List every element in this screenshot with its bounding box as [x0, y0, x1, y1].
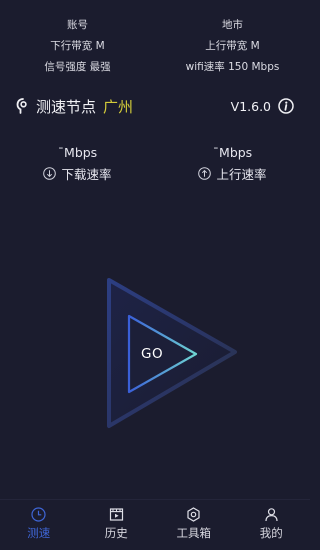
download-speed-label: 下载速率 [61, 167, 112, 182]
arrow-up-circle-icon [198, 167, 212, 180]
app-version: V1.6.0 [230, 98, 271, 114]
nav-tab-mine[interactable]: 我的 [233, 500, 311, 550]
upload-bandwidth: 上行带宽 M [205, 40, 260, 52]
upload-speed: ¯Mbps 上行速率 [155, 144, 310, 183]
nav-label-toolbox: 工具箱 [176, 526, 212, 540]
download-speed-value: ¯Mbps [57, 145, 98, 160]
signal-strength: 信号强度 最强 [44, 61, 111, 73]
account-info-panel: 账号 地市 下行带宽 M 上行带宽 M 信号强度 最强 wifi速率 150 M… [0, 14, 310, 77]
bottom-navigation: 测速 历史 工具箱 我的 [0, 499, 310, 550]
arrow-down-circle-icon [43, 167, 57, 180]
nav-tab-history[interactable]: 历史 [78, 500, 156, 550]
nav-tab-speedtest[interactable]: 测速 [0, 500, 78, 550]
film-icon [109, 508, 123, 521]
location-pin-icon [16, 98, 27, 114]
nav-label-speedtest: 测速 [27, 526, 51, 540]
info-icon[interactable] [278, 98, 294, 114]
wifi-rate: wifi速率 150 Mbps [185, 61, 280, 73]
nav-label-mine: 我的 [259, 526, 283, 540]
gear-icon [187, 507, 200, 522]
upload-speed-label: 上行速率 [216, 167, 267, 182]
upload-speed-value: ¯Mbps [212, 145, 253, 160]
location-label: 地市 [222, 19, 243, 31]
speed-results: ¯Mbps 下载速率 ¯Mbps 上行速率 [0, 144, 310, 183]
speed-test-node-bar: 测速节点 广州 V1.6.0 [16, 93, 294, 119]
clock-icon [31, 507, 46, 522]
nav-tab-toolbox[interactable]: 工具箱 [155, 500, 233, 550]
nav-label-history: 历史 [104, 526, 128, 540]
go-button[interactable]: GO [95, 270, 245, 438]
download-bandwidth: 下行带宽 M [50, 40, 105, 52]
node-city[interactable]: 广州 [103, 96, 133, 117]
account-label: 账号 [67, 19, 88, 31]
download-speed: ¯Mbps 下载速率 [0, 144, 155, 183]
node-label: 测速节点 [36, 97, 97, 116]
play-triangle-icon [107, 278, 237, 428]
user-icon [265, 508, 278, 522]
go-label: GO [141, 346, 164, 362]
